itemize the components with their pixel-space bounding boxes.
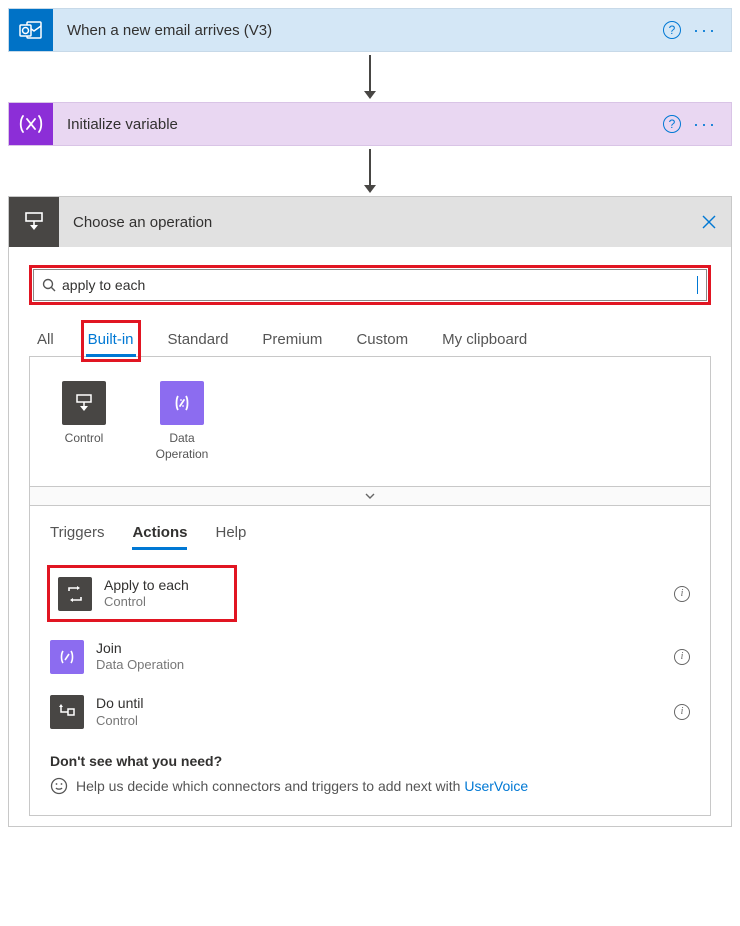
step-initialize-variable[interactable]: Initialize variable ? ··· [8, 102, 732, 146]
more-menu-icon[interactable]: ··· [693, 21, 717, 39]
action-title: Apply to each [104, 576, 189, 594]
action-subtitle: Data Operation [96, 657, 184, 674]
tab-all[interactable]: All [35, 325, 56, 357]
action-join-row[interactable]: Join Data Operation i [50, 639, 690, 674]
smiley-icon [50, 777, 68, 795]
help-icon[interactable]: ? [663, 115, 681, 133]
uservoice-link[interactable]: UserVoice [464, 778, 528, 794]
flow-arrow [8, 52, 732, 102]
footer-question: Don't see what you need? [50, 753, 690, 769]
connector-label: Data Operation [156, 431, 209, 462]
action-subtitle: Control [96, 713, 143, 730]
control-icon [62, 381, 106, 425]
data-operation-icon [160, 381, 204, 425]
action-apply-to-each[interactable]: Apply to each Control [50, 568, 234, 619]
action-title: Do until [96, 694, 143, 712]
sub-tab-triggers[interactable]: Triggers [50, 524, 104, 550]
outlook-icon [9, 8, 53, 52]
action-title: Join [96, 639, 184, 657]
flow-arrow [8, 146, 732, 196]
sub-tab-actions[interactable]: Actions [132, 524, 187, 550]
action-subtitle: Control [104, 594, 189, 611]
step-email-trigger[interactable]: When a new email arrives (V3) ? ··· [8, 8, 732, 52]
tab-premium[interactable]: Premium [260, 325, 324, 357]
operation-icon [9, 197, 59, 247]
search-highlight [29, 265, 711, 305]
category-tabs: All Built-in Standard Premium Custom My … [29, 321, 711, 357]
connector-label: Control [65, 431, 104, 447]
connector-control[interactable]: Control [50, 381, 118, 462]
footer-text: Help us decide which connectors and trig… [76, 778, 464, 794]
loop-icon [58, 577, 92, 611]
help-icon[interactable]: ? [663, 21, 681, 39]
action-do-until-row[interactable]: Do until Control i [50, 694, 690, 729]
step-title: Initialize variable [53, 116, 663, 133]
panel-title: Choose an operation [59, 214, 701, 231]
text-cursor [697, 276, 698, 294]
collapse-connectors-button[interactable] [29, 486, 711, 506]
tab-standard[interactable]: Standard [166, 325, 231, 357]
info-icon[interactable]: i [674, 704, 690, 720]
tab-custom[interactable]: Custom [354, 325, 410, 357]
tab-clipboard[interactable]: My clipboard [440, 325, 529, 357]
search-icon [42, 278, 56, 292]
step-title: When a new email arrives (V3) [53, 22, 663, 39]
result-sub-tabs: Triggers Actions Help [50, 524, 690, 550]
close-button[interactable] [701, 214, 731, 230]
do-until-icon [50, 695, 84, 729]
connector-data-operation[interactable]: Data Operation [148, 381, 216, 462]
tab-builtin[interactable]: Built-in [86, 325, 136, 357]
info-icon[interactable]: i [674, 586, 690, 602]
info-icon[interactable]: i [674, 649, 690, 665]
join-icon [50, 640, 84, 674]
search-input[interactable] [62, 277, 693, 293]
choose-operation-panel: Choose an operation [8, 196, 732, 827]
sub-tab-help[interactable]: Help [215, 524, 246, 550]
more-menu-icon[interactable]: ··· [693, 115, 717, 133]
variable-icon [9, 102, 53, 146]
